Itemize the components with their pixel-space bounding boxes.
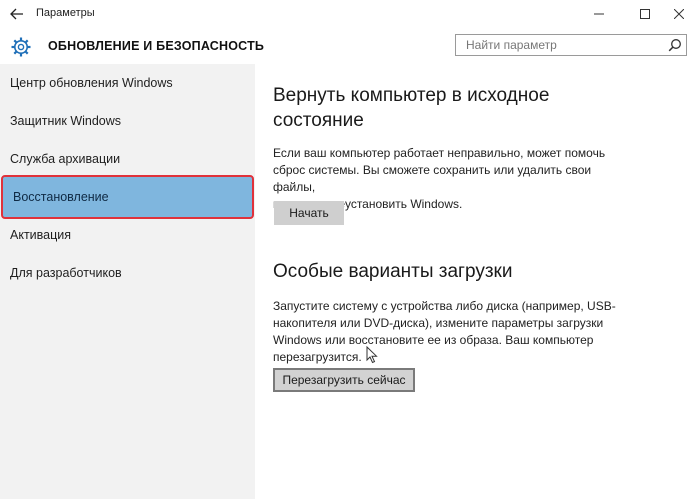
advanced-desc-line1: Запустите систему с устройства либо диск… [273, 299, 616, 313]
sidebar-item-activation[interactable]: Активация [0, 216, 253, 254]
search-icon[interactable] [668, 38, 682, 52]
page-title: ОБНОВЛЕНИЕ И БЕЗОПАСНОСТЬ [48, 39, 265, 53]
sidebar-item-label: Для разработчиков [10, 266, 122, 280]
minimize-button[interactable] [579, 0, 619, 28]
sidebar-item-recovery[interactable]: Восстановление [1, 175, 254, 219]
maximize-icon [640, 9, 650, 19]
mouse-cursor-icon [366, 346, 378, 364]
sidebar-item-label: Защитник Windows [10, 114, 122, 128]
minimize-icon [594, 13, 604, 15]
sidebar-item-for-developers[interactable]: Для разработчиков [0, 254, 253, 292]
sidebar-item-label: Восстановление [13, 190, 109, 204]
title-bar: Параметры [0, 0, 699, 28]
arrow-left-icon [10, 8, 23, 20]
app-title: Параметры [36, 7, 95, 19]
advanced-desc-line3: Windows или восстановите ее из образа. В… [273, 333, 594, 347]
advanced-startup-title: Особые варианты загрузки [273, 261, 513, 282]
close-button[interactable] [659, 0, 699, 28]
search-box[interactable] [455, 34, 687, 56]
sidebar-item-windows-update[interactable]: Центр обновления Windows [0, 64, 253, 102]
sidebar-item-label: Активация [10, 228, 72, 242]
sidebar-item-backup[interactable]: Служба архивации [0, 140, 253, 178]
search-input[interactable] [456, 35, 666, 55]
reset-desc-line1: Если ваш компьютер работает неправильно,… [273, 146, 606, 160]
close-icon [674, 9, 684, 19]
sidebar-item-label: Служба архивации [10, 152, 121, 166]
advanced-desc-line4: перезагрузится. [273, 350, 362, 364]
reset-desc-line2: сброс системы. Вы сможете сохранить или … [273, 163, 592, 194]
advanced-desc-line2: накопителя или DVD-диска), измените пара… [273, 316, 604, 330]
back-button[interactable] [6, 4, 28, 24]
start-reset-button[interactable]: Начать [274, 201, 344, 225]
reset-title-line2: состояние [273, 110, 364, 131]
sidebar-item-label: Центр обновления Windows [10, 76, 173, 90]
restart-now-button[interactable]: Перезагрузить сейчас [273, 368, 415, 392]
reset-section-title: Вернуть компьютер в исходное состояние [273, 83, 549, 133]
reset-title-line1: Вернуть компьютер в исходное [273, 85, 550, 106]
advanced-startup-description: Запустите систему с устройства либо диск… [273, 298, 633, 366]
gear-icon [11, 37, 31, 57]
sidebar-item-windows-defender[interactable]: Защитник Windows [0, 102, 253, 140]
